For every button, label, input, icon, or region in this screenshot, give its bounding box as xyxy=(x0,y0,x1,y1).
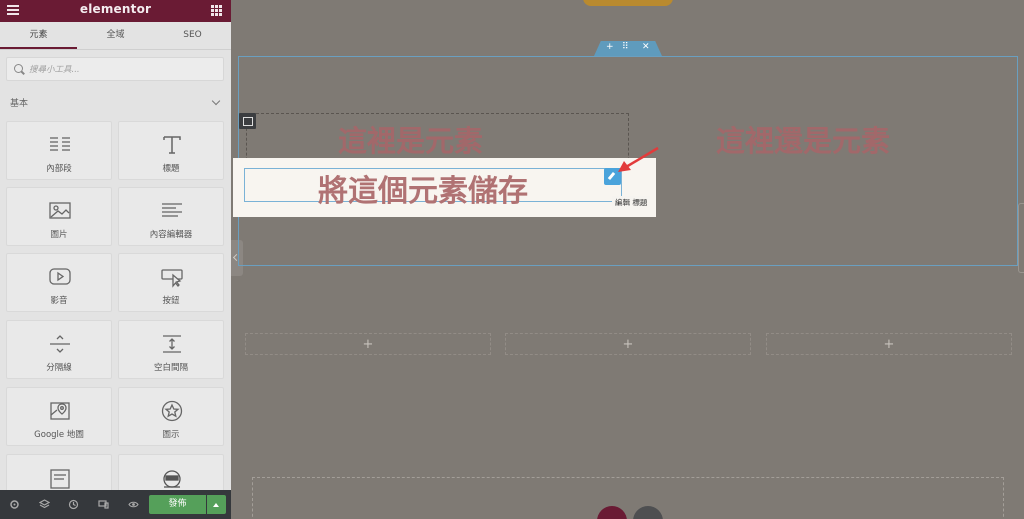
add-section-icon[interactable]: + xyxy=(606,42,614,52)
heading-left[interactable]: 這裡是元素 xyxy=(338,118,483,160)
video-icon xyxy=(49,268,71,285)
search-input[interactable] xyxy=(29,62,219,77)
responsive-icon[interactable] xyxy=(98,499,109,510)
inner-section-icon xyxy=(50,137,70,151)
spacer-icon xyxy=(163,335,181,353)
publish-options-button[interactable] xyxy=(207,495,226,514)
empty-column-3[interactable]: + xyxy=(766,333,1012,355)
chevron-down-icon xyxy=(211,96,221,106)
section-toolbar: + ⠿ ✕ xyxy=(594,41,662,56)
widget-label: 分隔線 xyxy=(46,363,72,373)
elementor-logo: elementor xyxy=(79,2,152,16)
widget-label: 標題 xyxy=(162,164,180,174)
widget-label: 內部段 xyxy=(46,164,72,174)
widget-video[interactable]: 影音 xyxy=(6,253,112,312)
text-editor-icon xyxy=(162,203,182,217)
layers-icon[interactable] xyxy=(39,499,50,510)
widget-search xyxy=(6,57,224,81)
widget-label: 內容編輯器 xyxy=(149,230,193,240)
widget-label: 圖片 xyxy=(50,230,68,240)
widget-form[interactable] xyxy=(6,454,112,494)
history-icon[interactable] xyxy=(68,499,79,510)
empty-column-1[interactable]: + xyxy=(245,333,491,355)
widget-label: 圖示 xyxy=(162,430,180,440)
tab-seo[interactable]: SEO xyxy=(154,22,231,49)
close-icon[interactable]: ✕ xyxy=(642,42,650,52)
form-icon xyxy=(50,469,70,489)
button-icon xyxy=(161,269,183,288)
category-header-basic[interactable]: 基本 xyxy=(0,92,231,112)
elementor-panel: elementor 元素 全域 SEO 基本 內部段 標題 圖片 xyxy=(0,0,231,519)
widget-inner-section[interactable]: 內部段 xyxy=(6,121,112,180)
add-section-area[interactable] xyxy=(252,477,1004,519)
top-section-handle[interactable] xyxy=(583,0,673,6)
publish-button[interactable]: 發佈 xyxy=(149,495,206,514)
red-arrow-annotation xyxy=(618,146,659,172)
widget-label: Google 地圖 xyxy=(34,430,84,440)
search-icon xyxy=(14,64,23,73)
edit-tooltip: 編輯 標題 xyxy=(612,196,651,210)
widget-label: 按鈕 xyxy=(162,296,180,306)
widget-google-maps[interactable]: Google 地圖 xyxy=(6,387,112,446)
widget-text-editor[interactable]: 內容編輯器 xyxy=(118,187,224,246)
widget-label: 空白間隔 xyxy=(153,363,188,373)
drag-handle-icon[interactable]: ⠿ xyxy=(622,42,629,52)
panel-tabs: 元素 全域 SEO xyxy=(0,22,231,50)
widget-divider[interactable]: 分隔線 xyxy=(6,320,112,379)
tab-elements[interactable]: 元素 xyxy=(0,22,77,49)
widget-heading[interactable]: 標題 xyxy=(118,121,224,180)
heading-right[interactable]: 這裡還是元素 xyxy=(716,118,890,160)
map-icon xyxy=(50,402,70,420)
tab-global[interactable]: 全域 xyxy=(77,22,154,49)
widget-icon[interactable]: 圖示 xyxy=(118,387,224,446)
widget-ninja[interactable] xyxy=(118,454,224,494)
star-icon xyxy=(161,400,183,422)
add-widget-plus[interactable]: + xyxy=(246,337,490,352)
widget-spacer[interactable]: 空白間隔 xyxy=(118,320,224,379)
ninja-icon xyxy=(163,470,181,488)
add-widget-plus[interactable]: + xyxy=(506,337,750,352)
eye-icon[interactable] xyxy=(128,499,139,510)
gear-icon[interactable] xyxy=(9,499,20,510)
widget-button[interactable]: 按鈕 xyxy=(118,253,224,312)
widget-label: 影音 xyxy=(50,296,68,306)
category-title: 基本 xyxy=(10,99,29,109)
add-widget-plus[interactable]: + xyxy=(767,337,1011,352)
heading-icon xyxy=(163,136,181,154)
widget-image[interactable]: 圖片 xyxy=(6,187,112,246)
widgets-grid-icon[interactable] xyxy=(211,5,222,16)
empty-column-2[interactable]: + xyxy=(505,333,751,355)
heading-selected[interactable]: 將這個元素儲存 xyxy=(318,166,528,210)
panel-header: elementor xyxy=(0,0,231,22)
divider-icon xyxy=(50,335,70,353)
image-icon xyxy=(49,202,71,219)
navigator-edge-handle[interactable] xyxy=(1018,203,1024,273)
column-edit-icon[interactable] xyxy=(239,113,256,129)
